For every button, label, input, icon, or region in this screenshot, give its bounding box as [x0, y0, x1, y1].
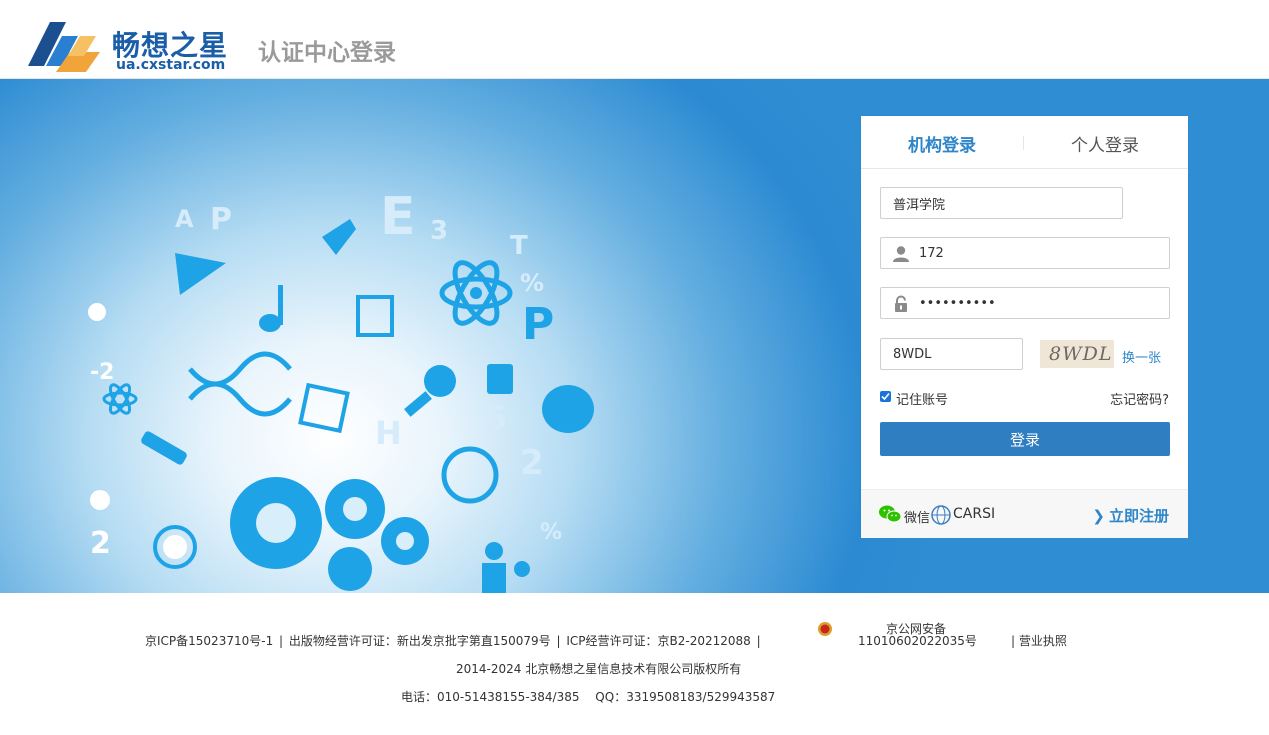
svg-text:P: P	[522, 299, 554, 350]
password-field[interactable]	[880, 287, 1170, 319]
login-tabs: 机构登录 个人登录	[861, 116, 1188, 169]
svg-text:T: T	[510, 231, 528, 261]
svg-text:E: E	[380, 187, 416, 247]
page-title: 认证中心登录	[258, 40, 396, 66]
refresh-captcha-link[interactable]: 换一张	[1122, 347, 1161, 366]
brand-url: ua.cxstar.com	[116, 57, 226, 73]
chevron-right-icon: ❯	[1092, 507, 1105, 525]
wechat-login-link[interactable]: 微信	[904, 507, 930, 526]
user-icon	[893, 246, 909, 262]
icp-license-text: ICP经营许可证：京B2-20212088	[566, 634, 751, 648]
svg-text:P: P	[210, 202, 232, 237]
school-field[interactable]	[880, 187, 1123, 219]
publish-license-text: 出版物经营许可证：新出发京批字第直150079号	[288, 634, 551, 648]
contact-text: 电话：010-51438155-384/385 QQ：3319508183/52…	[401, 690, 776, 704]
captcha-input[interactable]	[893, 339, 1013, 369]
captcha-image-text: 8WDL	[1049, 343, 1113, 365]
business-license-label: 营业执照	[1018, 634, 1067, 648]
header: 畅想之星 ua.cxstar.com 认证中心登录	[0, 0, 1269, 79]
forgot-password-link[interactable]: 忘记密码?	[1110, 389, 1169, 408]
page-footer: 京ICP备15023710号-1 | 出版物经营许可证：新出发京批字第直1500…	[0, 594, 1269, 735]
copyright-text: 2014-2024 北京畅想之星信息技术有限公司版权所有	[456, 662, 742, 676]
username-field[interactable]	[880, 237, 1170, 269]
footer-licenses: 京ICP备15023710号-1 | 出版物经营许可证：新出发京批字第直1500…	[145, 634, 761, 648]
panel-footer: 微信 CARSI ❯ 立即注册	[861, 489, 1188, 538]
tab-divider	[1023, 136, 1024, 150]
svg-text:A: A	[175, 205, 194, 233]
register-link[interactable]: ❯ 立即注册	[1092, 505, 1169, 526]
tab-personal-login[interactable]: 个人登录	[1071, 131, 1139, 156]
svg-text:5: 5	[485, 399, 507, 437]
login-panel: 机构登录 个人登录 8WDL 换一张 记住账号 忘记密码? 登录	[861, 116, 1188, 538]
carsi-icon[interactable]	[931, 505, 951, 525]
police-badge-icon	[818, 622, 832, 636]
lock-icon	[895, 295, 907, 312]
svg-text:2: 2	[520, 443, 544, 483]
svg-text:2: 2	[90, 526, 111, 561]
police-record-number[interactable]: 11010602022035号	[858, 632, 977, 649]
password-input[interactable]	[919, 288, 1159, 318]
captcha-field[interactable]	[880, 338, 1023, 370]
captcha-image[interactable]: 8WDL	[1040, 340, 1114, 368]
remember-checkbox[interactable]	[880, 391, 891, 402]
logo-icon	[28, 22, 100, 72]
tab-institution-login[interactable]: 机构登录	[908, 131, 976, 156]
wechat-icon[interactable]	[879, 505, 901, 523]
svg-text:H: H	[375, 414, 402, 452]
svg-text:3: 3	[430, 216, 448, 246]
svg-text:%: %	[540, 520, 562, 545]
login-button[interactable]: 登录	[880, 422, 1170, 456]
svg-text:-2: -2	[90, 360, 114, 385]
svg-text:%: %	[520, 269, 544, 297]
icp-link[interactable]: 京ICP备15023710号-1	[145, 634, 273, 648]
register-label: 立即注册	[1108, 507, 1169, 525]
carsi-login-link[interactable]: CARSI	[953, 506, 995, 522]
username-input[interactable]	[919, 238, 1159, 268]
school-input[interactable]	[893, 188, 1113, 218]
remember-label: 记住账号	[896, 393, 949, 408]
business-license-link[interactable]: | 营业执照	[1011, 632, 1067, 649]
